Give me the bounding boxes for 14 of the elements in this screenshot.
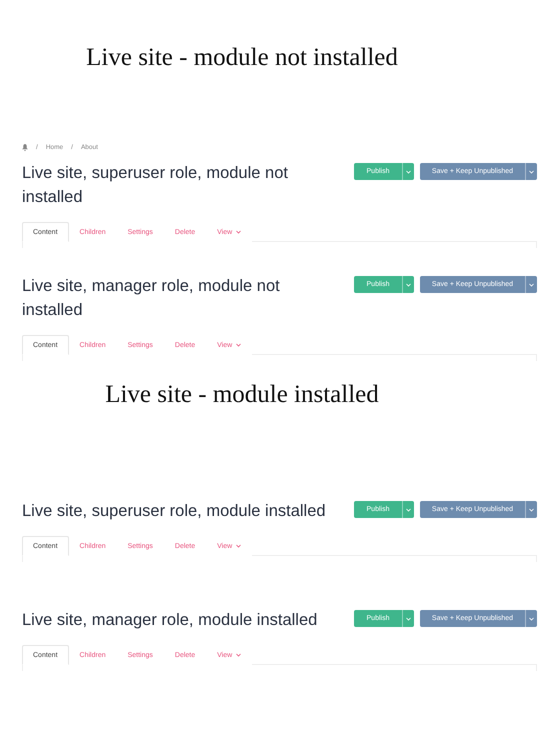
page-title: Live site, manager role, module installed (22, 610, 318, 631)
section-heading: Live site - module not installed (85, 44, 399, 72)
page-title: Live site, superuser role, module not installed (22, 163, 289, 208)
caret-icon (529, 508, 534, 512)
caret-icon (406, 508, 411, 512)
caret-icon (529, 282, 534, 286)
section-heading: Live site - module installed (104, 381, 380, 409)
page-title: Live site, superuser role, module installed (22, 501, 327, 522)
caret-icon (529, 170, 534, 174)
caret-icon (529, 616, 534, 620)
page-title: Live site, manager role, module not installed (22, 276, 281, 321)
caret-icon (406, 616, 411, 620)
caret-icon (406, 170, 411, 174)
caret-icon (406, 282, 411, 286)
